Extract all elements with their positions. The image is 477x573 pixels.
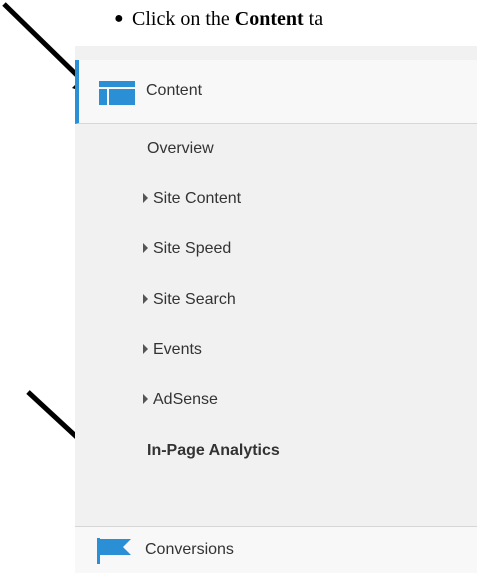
nav-item-site-speed[interactable]: Site Speed [75, 230, 477, 270]
nav-item-label: AdSense [153, 391, 218, 408]
nav-content-label: Content [146, 82, 203, 99]
expand-triangle-icon [143, 344, 148, 354]
nav-item-events[interactable]: Events [75, 331, 477, 371]
instruction-emphasis: Content [234, 8, 304, 30]
nav-item-site-content[interactable]: Site Content [75, 180, 477, 220]
nav-item-label: Events [153, 341, 202, 358]
nav-item-label: Site Content [153, 190, 242, 207]
instruction-prefix: Click on the [132, 8, 235, 30]
content-layout-icon [99, 81, 135, 105]
nav-item-label: In-Page Analytics [147, 442, 280, 459]
bullet-icon: ● [114, 10, 124, 27]
nav-item-site-search[interactable]: Site Search [75, 281, 477, 321]
instruction-suffix: ta [303, 8, 324, 30]
nav-item-in-page-analytics[interactable]: In-Page Analytics [75, 432, 477, 472]
sidebar-nav: Content Overview Site Content Site Speed… [75, 46, 477, 573]
nav-content-section[interactable]: Content [75, 60, 477, 124]
expand-triangle-icon [143, 394, 148, 404]
nav-item-label: Site Speed [153, 240, 232, 257]
nav-item-overview[interactable]: Overview [75, 130, 477, 170]
nav-conversions-section[interactable]: Conversions [75, 526, 477, 573]
nav-conversions-label: Conversions [145, 541, 234, 558]
nav-item-adsense[interactable]: AdSense [75, 381, 477, 421]
flag-icon [97, 538, 131, 564]
nav-item-label: Overview [147, 140, 214, 157]
expand-triangle-icon [143, 243, 148, 253]
expand-triangle-icon [143, 294, 148, 304]
instruction-text: ● Click on the Content ta [114, 8, 324, 30]
nav-item-label: Site Search [153, 291, 236, 308]
expand-triangle-icon [143, 193, 148, 203]
